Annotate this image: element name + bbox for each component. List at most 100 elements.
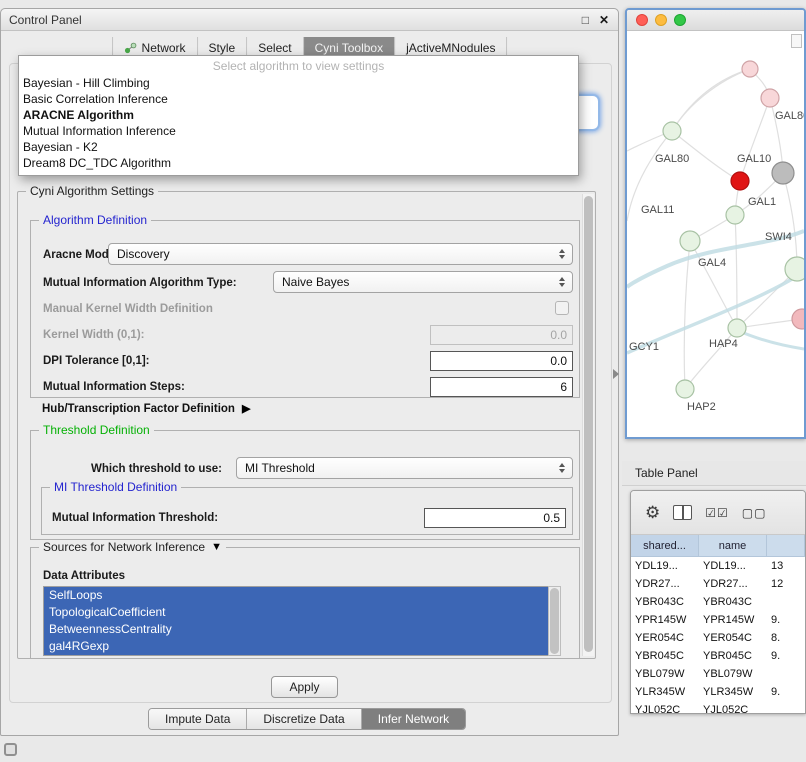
cell-name: YLR345W [699,686,767,698]
network-node-selected[interactable] [731,172,749,190]
which-threshold-select[interactable]: MI Threshold [236,457,573,479]
cell-name: YBR045C [699,650,767,662]
columns-icon[interactable] [673,505,692,520]
manual-kernel-width-checkbox[interactable] [555,301,569,315]
list-item-topologicalcoefficient[interactable]: TopologicalCoefficient [44,604,548,621]
cell-shared: YBR045C [631,650,699,662]
network-canvas[interactable]: GAL80 GAL80 GAL10 GAL11 GAL1 SWI4 GAL4 G… [627,31,804,437]
mi-threshold-label: Mutual Information Threshold: [52,512,218,524]
network-node[interactable] [792,309,804,329]
float-window-icon[interactable]: □ [582,12,589,28]
scrollbar-thumb[interactable] [584,196,593,652]
network-node[interactable] [742,61,758,77]
table-row[interactable]: YJL052C YJL052C [631,701,805,714]
table-row[interactable]: YPR145W YPR145W 9. [631,611,805,629]
node-label: GAL80 [775,110,804,122]
bottom-tab-group: Impute Data Discretize Data Infer Networ… [148,708,466,730]
aracne-mode-select[interactable]: Discovery [108,243,573,265]
cell-name: YDL19... [699,560,767,572]
table-row[interactable]: YER054C YER054C 8. [631,629,805,647]
network-node[interactable] [761,89,779,107]
list-scrollbar[interactable] [548,586,561,656]
node-label: SWI4 [765,231,792,243]
list-item-gal4rgexp[interactable]: gal4RGexp [44,638,548,655]
hub-definition-expander[interactable]: Hub/Transcription Factor Definition ▶ [42,402,250,415]
panel-splitter-arrow[interactable] [613,369,619,379]
control-panel-window: Control Panel □ ✕ Network Style Select [0,8,619,736]
minimized-panel-icon[interactable] [4,743,17,756]
threshold-definition-group: Threshold Definition Which threshold to … [30,430,580,540]
cell-name: YJL052C [699,704,767,714]
dropdown-item-dream8[interactable]: Dream8 DC_TDC Algorithm [19,155,578,171]
table-row[interactable]: YBR045C YBR045C 9. [631,647,805,665]
close-window-icon[interactable]: ✕ [599,12,609,28]
dropdown-item-basic-correlation[interactable]: Basic Correlation Inference [19,91,578,107]
window-title: Control Panel [9,13,82,27]
manual-kernel-width-label: Manual Kernel Width Definition [43,303,213,315]
tab-infer-network[interactable]: Infer Network [362,709,465,729]
network-node[interactable] [785,257,804,281]
sources-group-title[interactable]: Sources for Network Inference ▼ [39,540,226,554]
tab-discretize-data[interactable]: Discretize Data [247,709,361,729]
mi-algorithm-type-value: Naive Bayes [282,275,554,289]
sources-title-label: Sources for Network Inference [43,540,205,554]
node-label: HAP4 [709,338,738,350]
table-panel-header: Table Panel [622,461,806,486]
network-node[interactable] [680,231,700,251]
zoom-traffic-light-icon[interactable] [674,14,686,26]
kernel-width-field[interactable]: 0.0 [430,325,573,345]
mi-steps-field[interactable]: 6 [430,377,573,397]
gear-icon[interactable]: ⚙ [645,503,660,523]
mi-threshold-definition-title: MI Threshold Definition [50,480,181,494]
settings-scrollbar[interactable] [582,194,594,656]
network-view-window: GAL80 GAL80 GAL10 GAL11 GAL1 SWI4 GAL4 G… [625,8,806,439]
algorithm-definition-title: Algorithm Definition [39,213,151,227]
control-panel-titlebar[interactable]: Control Panel □ ✕ [1,9,618,31]
scrollbar-thumb[interactable] [550,588,559,654]
list-item-betweennesscentrality[interactable]: BetweennessCentrality [44,621,548,638]
mi-algorithm-type-label: Mutual Information Algorithm Type: [43,277,237,289]
dropdown-placeholder: Select algorithm to view settings [19,58,578,75]
deselect-columns-icon[interactable]: ▢▢ [742,506,767,520]
combo-arrows-icon [554,249,569,259]
tab-label: jActiveMNodules [406,41,495,55]
cell-name: YER054C [699,632,767,644]
scrollbar-corner[interactable] [791,34,802,48]
tab-impute-data[interactable]: Impute Data [149,709,247,729]
table-toolbar: ⚙ ☑☑ ▢▢ [631,491,805,535]
mi-threshold-field[interactable]: 0.5 [424,508,566,528]
dropdown-item-bayesian-hill-climbing[interactable]: Bayesian - Hill Climbing [19,75,578,91]
network-node[interactable] [726,206,744,224]
node-label: GAL1 [748,196,776,208]
close-traffic-light-icon[interactable] [636,14,648,26]
mi-algorithm-type-select[interactable]: Naive Bayes [273,271,573,293]
column-header-shared[interactable]: shared... [631,535,699,556]
column-header-extra[interactable] [767,535,805,556]
dropdown-item-bayesian-k2[interactable]: Bayesian - K2 [19,139,578,155]
network-window-titlebar[interactable] [627,10,804,31]
column-header-name[interactable]: name [699,535,767,556]
cell-shared: YBR043C [631,596,699,608]
apply-button[interactable]: Apply [271,676,338,698]
network-node[interactable] [772,162,794,184]
network-node[interactable] [663,122,681,140]
cell-name: YDR27... [699,578,767,590]
table-row[interactable]: YBL079W YBL079W [631,665,805,683]
data-attributes-list[interactable]: SelfLoops TopologicalCoefficient Between… [43,586,548,656]
table-row[interactable]: YDL19... YDL19... 13 [631,557,805,575]
dropdown-item-aracne[interactable]: ARACNE Algorithm [19,107,578,123]
node-label: GAL10 [737,153,771,165]
table-row[interactable]: YBR043C YBR043C [631,593,805,611]
network-node[interactable] [728,319,746,337]
cell-shared: YLR345W [631,686,699,698]
expand-down-icon: ▼ [211,541,222,553]
table-row[interactable]: YDR27... YDR27... 12 [631,575,805,593]
network-node[interactable] [676,380,694,398]
dropdown-item-mutual-information[interactable]: Mutual Information Inference [19,123,578,139]
list-item-selfloops[interactable]: SelfLoops [44,587,548,604]
table-panel-window: ⚙ ☑☑ ▢▢ shared... name YDL19... YDL19...… [630,490,806,714]
select-columns-icon[interactable]: ☑☑ [705,506,729,520]
table-row[interactable]: YLR345W YLR345W 9. [631,683,805,701]
dpi-tolerance-field[interactable]: 0.0 [430,351,573,371]
minimize-traffic-light-icon[interactable] [655,14,667,26]
